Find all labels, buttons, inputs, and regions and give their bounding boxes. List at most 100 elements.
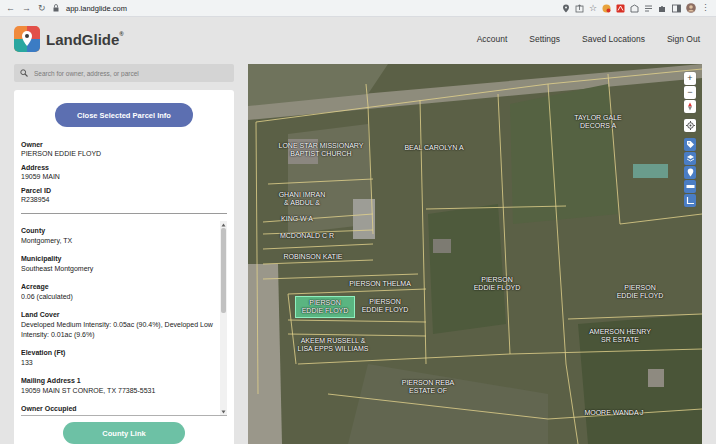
parcel-label-line: LONE STAR MISSIONARY <box>279 142 364 150</box>
nav-link[interactable]: Settings <box>529 34 560 44</box>
field-label: Parcel ID <box>21 186 227 195</box>
parcel-label[interactable]: AKEEM RUSSELL &LISA EPPS WILLIAMS <box>298 337 369 353</box>
parcel-label[interactable]: PIERSONEDDIE FLOYD <box>617 284 664 300</box>
address-bar[interactable]: app.landglide.com <box>66 4 127 13</box>
parcel-label-line: PIERSON THELMA <box>349 280 411 288</box>
parcel-map[interactable]: LONE STAR MISSIONARYBAPTIST CHURCH BEAL C… <box>248 64 702 444</box>
parcel-label[interactable]: PIERSONEDDIE FLOYD <box>362 298 409 314</box>
parcel-label-line: LISA EPPS WILLIAMS <box>298 345 369 353</box>
county-link-button[interactable]: County Link <box>63 422 185 444</box>
parcel-label-line: EDDIE FLOYD <box>474 284 521 292</box>
parcel-label[interactable]: ROBINSON KATIE <box>284 253 343 261</box>
field-label: Municipality <box>21 253 220 264</box>
reload-button[interactable]: ↻ <box>38 2 46 14</box>
parcel-label[interactable]: BEAL CAROLYN A <box>404 144 463 152</box>
down-arrow-icon <box>221 410 226 414</box>
draw-button[interactable] <box>684 194 696 207</box>
parcel-label[interactable]: MCDONALD C R <box>280 232 334 240</box>
compass-button[interactable] <box>684 100 696 113</box>
parcel-label[interactable]: PIERSON REBAESTATE OF <box>402 379 455 395</box>
tag-button[interactable] <box>684 138 696 151</box>
parcel-label-line: AKEEM RUSSELL & <box>298 337 369 345</box>
profile-avatar-icon[interactable] <box>686 3 696 13</box>
parcel-label-line: PIERSON <box>474 276 521 284</box>
detail-field: Acreage0.06 (calculated) <box>21 281 220 302</box>
parcel-label[interactable]: MOORE WANDA J <box>584 409 643 417</box>
parcel-label[interactable]: TAYLOR GALEDECORS A <box>574 114 622 130</box>
parcel-label-line: BEAL CAROLYN A <box>404 144 463 152</box>
ruler-icon <box>686 182 695 191</box>
layers-icon <box>686 154 695 163</box>
top-nav: Account Settings Saved Locations Sign Out <box>477 34 700 44</box>
parcel-label-line: SR ESTATE <box>589 336 651 344</box>
scroll-up-arrow[interactable] <box>220 221 227 228</box>
field-label: Acreage <box>21 281 220 292</box>
scrollbar[interactable] <box>220 221 227 415</box>
scroll-down-arrow[interactable] <box>220 408 227 415</box>
parcel-label-line: DECORS A <box>574 122 622 130</box>
check-list-icon[interactable] <box>644 4 653 13</box>
close-parcel-info-button[interactable]: Close Selected Parcel Info <box>55 103 193 127</box>
field-value: PIERSON EDDIE FLOYD <box>21 149 227 158</box>
left-column: Close Selected Parcel Info OwnerPIERSON E… <box>14 64 234 444</box>
measure-button[interactable] <box>684 180 696 193</box>
parcel-label-line: EDDIE FLOYD <box>302 307 349 315</box>
parcel-label[interactable]: LONE STAR MISSIONARYBAPTIST CHURCH <box>279 142 364 158</box>
parcel-label[interactable]: PIERSON THELMA <box>349 280 411 288</box>
search-input[interactable] <box>34 70 228 77</box>
nav-link[interactable]: Sign Out <box>667 34 700 44</box>
details-scroll-area[interactable]: CountyMontgomery, TXMunicipalitySoutheas… <box>21 221 227 416</box>
extension-icon[interactable] <box>630 4 639 13</box>
crosshair-icon <box>686 121 695 130</box>
layers-button[interactable] <box>684 152 696 165</box>
share-icon[interactable] <box>575 4 584 13</box>
parcel-label-line: KING W A <box>281 215 313 223</box>
parcel-label[interactable]: AMERSON HENRYSR ESTATE <box>589 328 651 344</box>
compass-icon <box>687 102 693 111</box>
back-button[interactable]: ← <box>6 2 15 14</box>
zoom-out-button[interactable]: − <box>684 86 696 99</box>
field-label: Mailing Address 1 <box>21 375 220 386</box>
bookmark-star-icon[interactable]: ☆ <box>589 2 597 14</box>
parcel-label[interactable]: PIERSONEDDIE FLOYD <box>474 276 521 292</box>
detail-field: Elevation (Ft)133 <box>21 347 220 368</box>
extension-icon[interactable] <box>602 4 611 13</box>
pdf-extension-icon[interactable] <box>616 4 625 13</box>
parcel-label-line: ESTATE OF <box>402 387 455 395</box>
locate-button[interactable] <box>684 119 696 132</box>
parcel-details: CountyMontgomery, TXMunicipalitySoutheas… <box>21 221 220 415</box>
app-header: LandGlide® Account Settings Saved Locations… <box>0 17 716 61</box>
brand-logo[interactable]: LandGlide® <box>14 26 124 52</box>
puzzle-icon[interactable] <box>658 4 667 13</box>
landglide-logo-icon <box>14 26 40 52</box>
nav-link[interactable]: Account <box>477 34 508 44</box>
field-value: Developed Medium Intensity: 0.05ac (90.4… <box>21 320 220 340</box>
summary-field: OwnerPIERSON EDDIE FLOYD <box>21 140 227 158</box>
parcel-label-line: GHANI IMRAN <box>279 191 326 199</box>
map-pin-icon <box>686 168 695 177</box>
up-arrow-icon <box>221 223 226 227</box>
parcel-label-line: PIERSON <box>617 284 664 292</box>
parcel-label[interactable]: PIERSONEDDIE FLOYD <box>302 299 349 315</box>
sidebar-icon[interactable] <box>672 4 681 13</box>
parcel-label-line: PIERSON REBA <box>402 379 455 387</box>
parcel-info-panel: Close Selected Parcel Info OwnerPIERSON E… <box>14 90 234 444</box>
zoom-in-button[interactable]: + <box>684 72 696 85</box>
pin-button[interactable] <box>684 166 696 179</box>
summary-field: Parcel IDR238954 <box>21 186 227 204</box>
field-value: Montgomery, TX <box>21 236 220 246</box>
parcel-label[interactable]: GHANI IMRAN& ABDUL & <box>279 191 326 207</box>
brand-name: LandGlide® <box>46 31 124 48</box>
map-controls: +− <box>684 72 696 207</box>
field-value: Southeast Montgomery <box>21 264 220 274</box>
parcel-label[interactable]: KING W A <box>281 215 313 223</box>
browser-menu-button[interactable]: ⋮ <box>701 2 710 14</box>
locate-controls <box>684 119 696 132</box>
detail-field: Land CoverDeveloped Medium Intensity: 0.… <box>21 309 220 340</box>
nav-link[interactable]: Saved Locations <box>582 34 645 44</box>
forward-button[interactable]: → <box>22 2 31 14</box>
field-value: 0.06 (calculated) <box>21 292 220 302</box>
location-icon[interactable] <box>562 4 570 13</box>
scrollbar-thumb[interactable] <box>221 228 226 313</box>
parcel-summary: OwnerPIERSON EDDIE FLOYDAddress19059 MAI… <box>21 140 227 209</box>
